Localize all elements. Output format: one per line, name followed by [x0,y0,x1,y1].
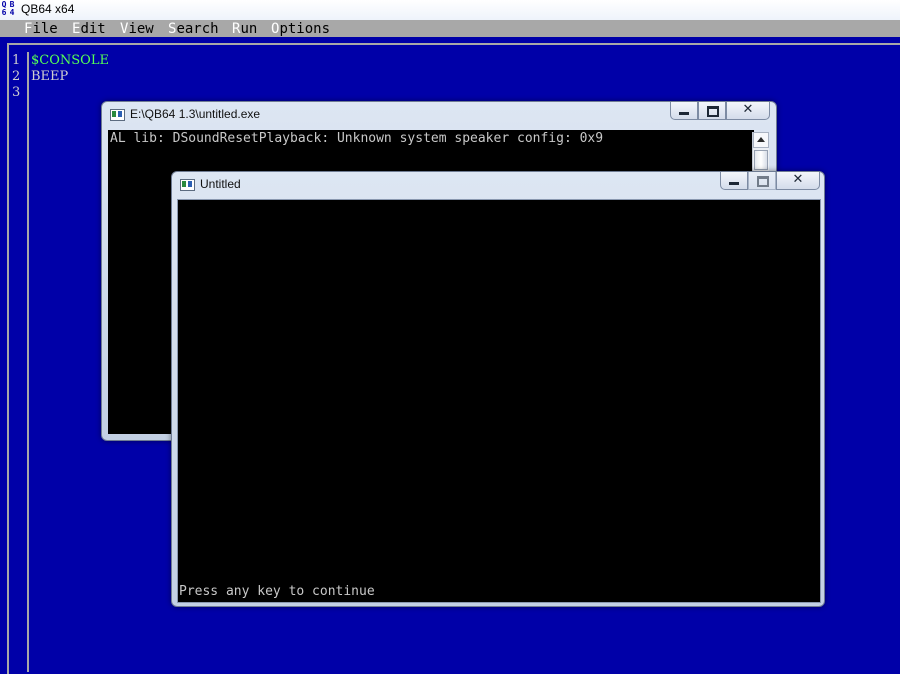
menu-label: un [240,21,258,37]
menu-view[interactable]: View [120,21,154,37]
scroll-up-arrow-icon[interactable] [753,132,769,148]
menu-label: ptions [279,21,331,37]
console-close-button[interactable]: ✕ [726,102,770,120]
maximize-icon [757,176,769,187]
app-icon-letter: 4 [9,8,15,17]
code-line[interactable]: BEEP [31,69,68,84]
minimize-icon [679,112,689,115]
program-window-icon [180,179,195,191]
menu-edit[interactable]: Edit [72,21,106,37]
console-minimize-button[interactable] [670,102,698,120]
program-window-title: Untitled [200,177,241,191]
program-caption-buttons: ✕ [720,172,820,190]
code-line[interactable]: $CONSOLE [31,53,109,68]
console-window-title: E:\QB64 1.3\untitled.exe [130,107,261,121]
menu-label: ile [32,21,58,37]
menu-run[interactable]: Run [232,21,257,37]
app-titlebar: Q B 6 4 QB64 x64 [0,0,900,21]
console-caption-buttons: ✕ [670,102,770,120]
menu-label: iew [128,21,154,37]
app-icon-letter: 6 [1,8,7,17]
press-any-key-prompt: Press any key to continue [179,584,375,599]
program-output-area[interactable]: Press any key to continue [177,199,821,603]
menu-label: earch [176,21,219,37]
console-output-text: AL lib: DSoundResetPlayback: Unknown sys… [110,131,604,146]
console-maximize-button[interactable] [698,102,726,120]
close-icon: ✕ [742,102,754,117]
app-title: QB64 x64 [21,2,75,16]
qb64-app-icon[interactable]: Q B 6 4 [0,1,16,17]
menu-file[interactable]: File [24,21,58,37]
menubar: File Edit View Search Run Options [0,20,900,37]
line-number: 2 [12,69,21,84]
menu-search[interactable]: Search [168,21,219,37]
close-icon: ✕ [792,172,804,187]
menu-label: dit [80,21,106,37]
program-maximize-button[interactable] [748,172,776,190]
line-number: 1 [12,53,21,68]
scroll-thumb[interactable] [754,150,768,170]
program-close-button[interactable]: ✕ [776,172,820,190]
maximize-icon [707,106,719,117]
gutter-separator [27,52,29,672]
console-window-icon [110,109,125,121]
program-minimize-button[interactable] [720,172,748,190]
program-window[interactable]: Untitled ✕ Press any key to continue [171,171,825,607]
minimize-icon [729,182,739,185]
line-number: 3 [12,85,21,100]
menu-options[interactable]: Options [271,21,330,37]
